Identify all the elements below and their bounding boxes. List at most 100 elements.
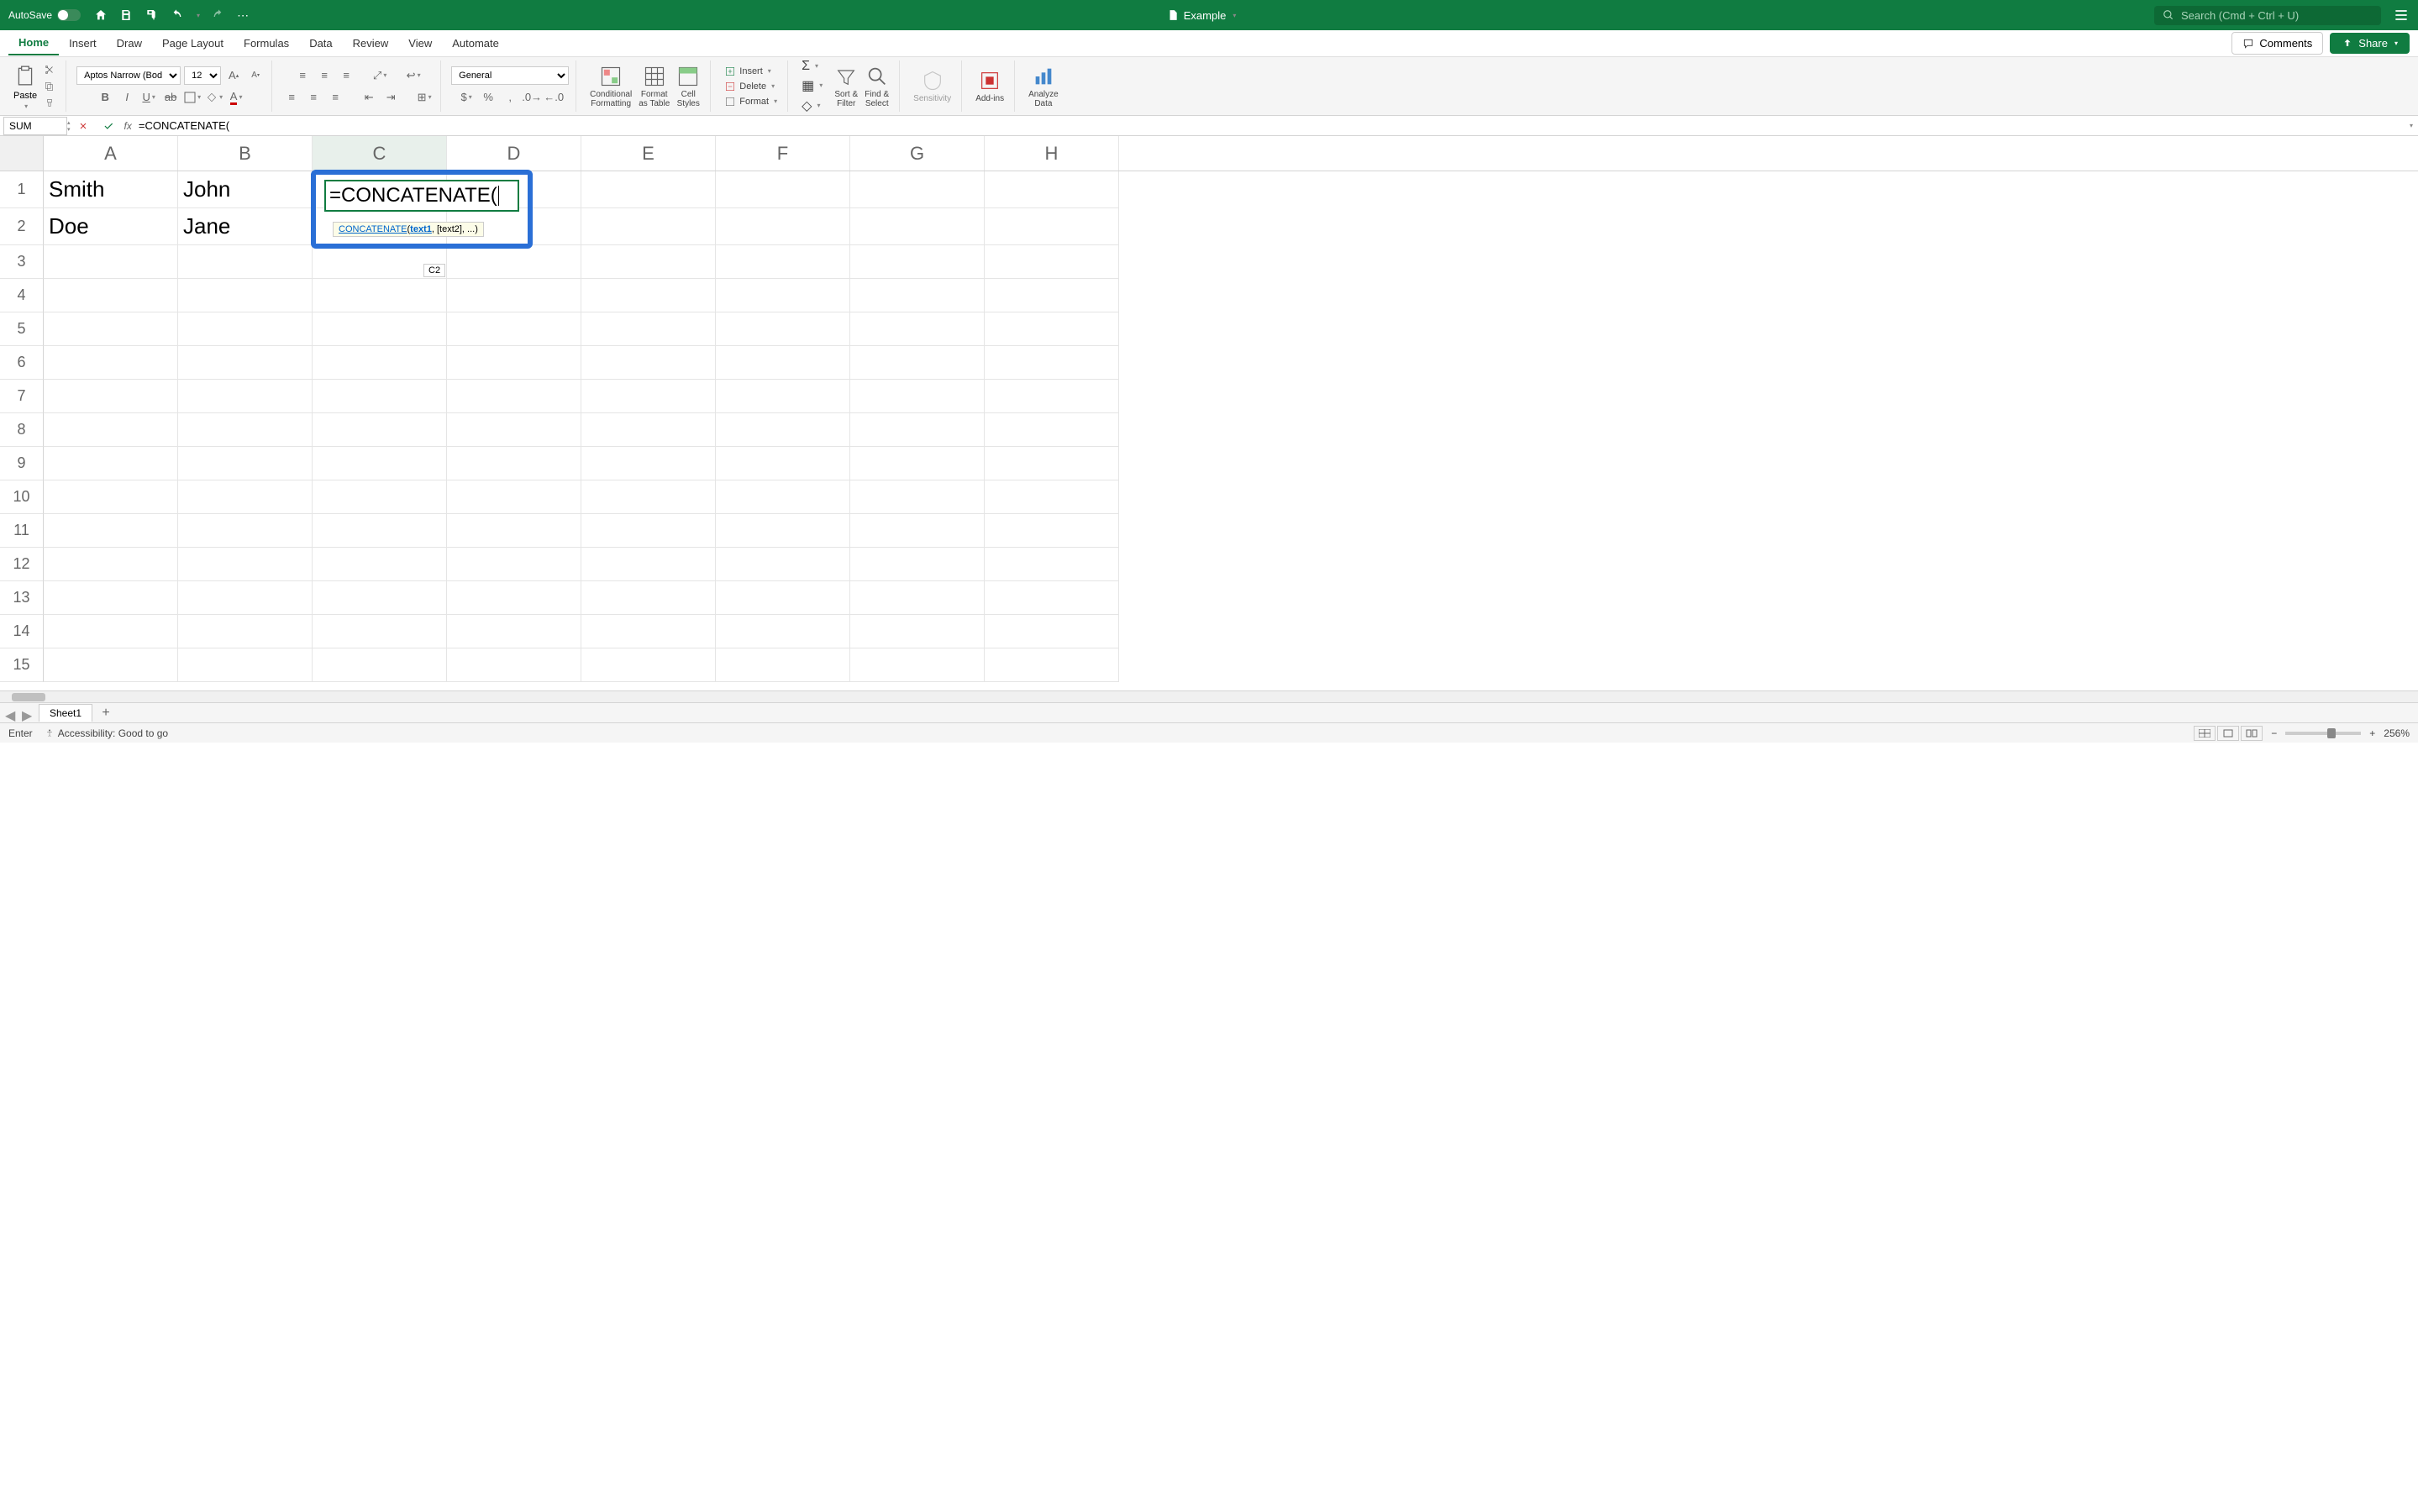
align-right-button[interactable]: ≡ (326, 88, 344, 107)
cell-d6[interactable] (447, 346, 581, 380)
cell-g1[interactable] (850, 171, 985, 208)
cut-button[interactable] (40, 62, 59, 77)
sheet-tab-1[interactable]: Sheet1 (39, 704, 92, 722)
name-box[interactable]: SUM (3, 117, 67, 135)
cell-a3[interactable] (44, 245, 178, 279)
cell-e13[interactable] (581, 581, 716, 615)
cell-a14[interactable] (44, 615, 178, 648)
cell-d9[interactable] (447, 447, 581, 480)
add-sheet-button[interactable]: + (97, 705, 114, 722)
accept-formula-button[interactable] (99, 117, 118, 135)
col-header-b[interactable]: B (178, 136, 313, 171)
cell-h9[interactable] (985, 447, 1119, 480)
cell-b3[interactable] (178, 245, 313, 279)
format-painter-button[interactable] (40, 96, 59, 111)
select-all-corner[interactable] (0, 136, 44, 171)
font-name-select[interactable]: Aptos Narrow (Bod... (76, 66, 181, 85)
cell-g13[interactable] (850, 581, 985, 615)
page-layout-view-button[interactable] (2217, 726, 2239, 741)
redo-icon[interactable] (212, 8, 225, 22)
tab-formulas[interactable]: Formulas (234, 32, 299, 55)
cancel-formula-button[interactable] (74, 117, 92, 135)
tab-data[interactable]: Data (299, 32, 342, 55)
row-header-4[interactable]: 4 (0, 279, 44, 312)
row-header-1[interactable]: 1 (0, 171, 44, 208)
cell-b13[interactable] (178, 581, 313, 615)
paste-button[interactable]: Paste ▾ (13, 62, 37, 110)
row-header-11[interactable]: 11 (0, 514, 44, 548)
cell-f12[interactable] (716, 548, 850, 581)
cell-e3[interactable] (581, 245, 716, 279)
editing-cell[interactable]: =CONCATENATE( (324, 180, 519, 212)
align-left-button[interactable]: ≡ (282, 88, 301, 107)
cell-h13[interactable] (985, 581, 1119, 615)
increase-indent-button[interactable]: ⇥ (381, 88, 400, 107)
page-break-view-button[interactable] (2241, 726, 2263, 741)
cell-h8[interactable] (985, 413, 1119, 447)
cell-f1[interactable] (716, 171, 850, 208)
cell-e14[interactable] (581, 615, 716, 648)
cell-d12[interactable] (447, 548, 581, 581)
cell-c6[interactable] (313, 346, 447, 380)
tab-automate[interactable]: Automate (442, 32, 509, 55)
cell-d5[interactable] (447, 312, 581, 346)
cell-b11[interactable] (178, 514, 313, 548)
increase-decimal-button[interactable]: .0→ (523, 88, 541, 107)
conditional-formatting-button[interactable]: Conditional Formatting (586, 63, 635, 110)
fill-color-button[interactable]: ▾ (205, 88, 223, 107)
font-size-select[interactable]: 12 (184, 66, 221, 85)
cell-b2[interactable]: Jane (178, 208, 313, 245)
cell-f10[interactable] (716, 480, 850, 514)
cell-f3[interactable] (716, 245, 850, 279)
cell-e6[interactable] (581, 346, 716, 380)
align-center-button[interactable]: ≡ (304, 88, 323, 107)
cell-d14[interactable] (447, 615, 581, 648)
cell-g15[interactable] (850, 648, 985, 682)
col-header-a[interactable]: A (44, 136, 178, 171)
cell-c4[interactable] (313, 279, 447, 312)
tab-page-layout[interactable]: Page Layout (152, 32, 234, 55)
align-middle-button[interactable]: ≡ (315, 66, 334, 85)
percent-button[interactable]: % (479, 88, 497, 107)
italic-button[interactable]: I (118, 88, 136, 107)
cell-g4[interactable] (850, 279, 985, 312)
cell-styles-button[interactable]: Cell Styles (673, 63, 703, 110)
cell-f5[interactable] (716, 312, 850, 346)
font-color-button[interactable]: A▾ (227, 88, 245, 107)
cell-h15[interactable] (985, 648, 1119, 682)
cell-b1[interactable]: John (178, 171, 313, 208)
row-header-13[interactable]: 13 (0, 581, 44, 615)
row-header-9[interactable]: 9 (0, 447, 44, 480)
cell-b5[interactable] (178, 312, 313, 346)
cell-f2[interactable] (716, 208, 850, 245)
sort-filter-button[interactable]: Sort & Filter (831, 63, 861, 110)
comments-button[interactable]: Comments (2231, 32, 2323, 55)
cell-b4[interactable] (178, 279, 313, 312)
cell-a11[interactable] (44, 514, 178, 548)
cell-a8[interactable] (44, 413, 178, 447)
analyze-data-button[interactable]: Analyze Data (1025, 63, 1062, 110)
format-as-table-button[interactable]: Format as Table (635, 63, 673, 110)
cell-a2[interactable]: Doe (44, 208, 178, 245)
row-header-8[interactable]: 8 (0, 413, 44, 447)
bold-button[interactable]: B (96, 88, 114, 107)
cell-a6[interactable] (44, 346, 178, 380)
clear-button[interactable]: ◇▾ (798, 97, 826, 115)
cell-h11[interactable] (985, 514, 1119, 548)
cell-e7[interactable] (581, 380, 716, 413)
cell-f7[interactable] (716, 380, 850, 413)
copy-button[interactable] (40, 79, 59, 94)
col-header-d[interactable]: D (447, 136, 581, 171)
zoom-level[interactable]: 256% (2384, 727, 2410, 739)
cell-g2[interactable] (850, 208, 985, 245)
cell-e1[interactable] (581, 171, 716, 208)
cell-a4[interactable] (44, 279, 178, 312)
cell-c10[interactable] (313, 480, 447, 514)
undo-chevron-icon[interactable]: ▾ (197, 12, 200, 19)
cell-c13[interactable] (313, 581, 447, 615)
cell-g7[interactable] (850, 380, 985, 413)
cell-a5[interactable] (44, 312, 178, 346)
number-format-select[interactable]: General (451, 66, 569, 85)
col-header-h[interactable]: H (985, 136, 1119, 171)
fill-button[interactable]: ▦▾ (798, 76, 826, 95)
